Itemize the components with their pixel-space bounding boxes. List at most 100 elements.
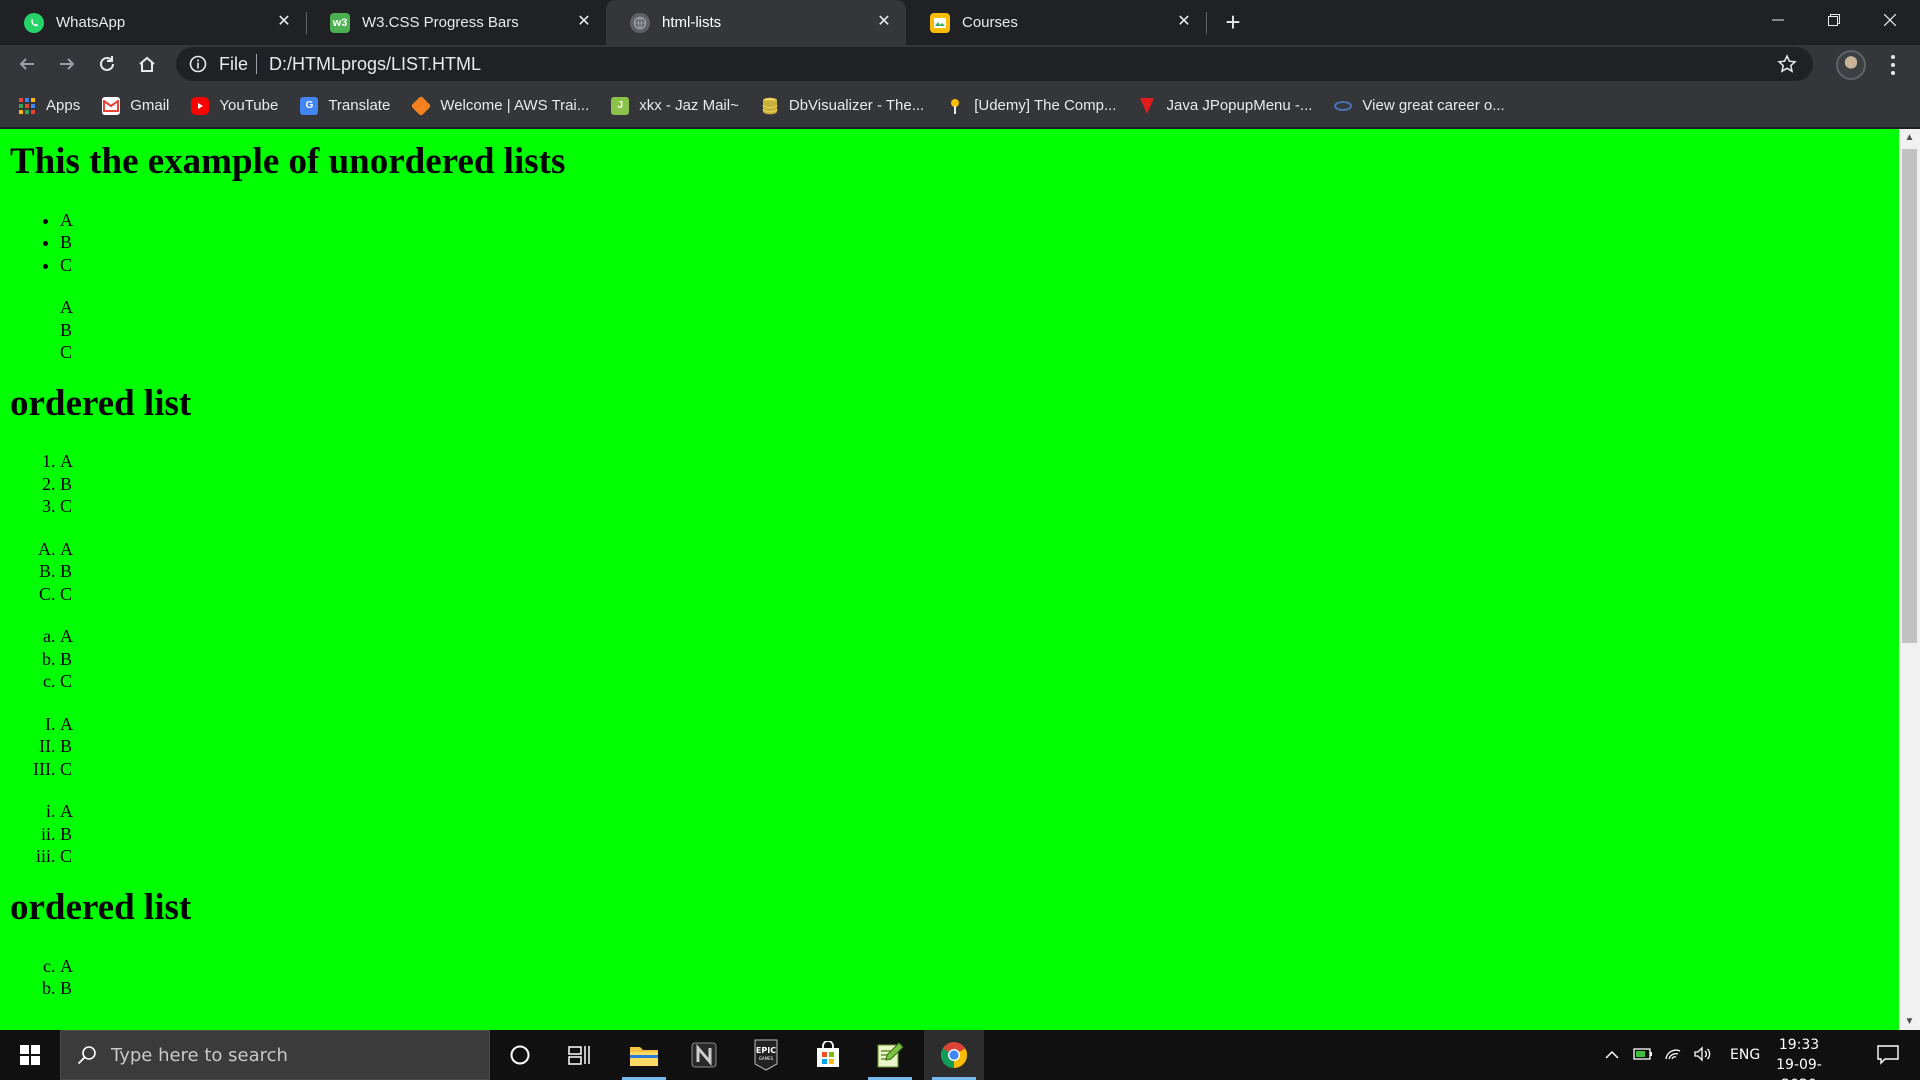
- whatsapp-icon: [24, 12, 44, 33]
- bookmark-label: View great career o...: [1362, 97, 1505, 114]
- list-item: A: [60, 713, 1899, 736]
- bookmark-apps[interactable]: Apps: [18, 97, 80, 115]
- wifi-icon[interactable]: [1658, 1047, 1688, 1064]
- bookmark-youtube[interactable]: YouTube: [191, 96, 278, 115]
- restore-button[interactable]: [1806, 0, 1862, 40]
- taskbar-clock[interactable]: 19:33 19-09-2020: [1764, 1035, 1834, 1080]
- volume-icon[interactable]: [1688, 1045, 1718, 1065]
- list-item: C: [60, 758, 1899, 781]
- start-button[interactable]: [0, 1030, 60, 1080]
- list-item: C: [60, 254, 1899, 277]
- tab-html-lists[interactable]: html-lists ✕: [606, 0, 906, 45]
- tab-label: Courses: [962, 14, 1018, 31]
- folder-icon: [630, 1047, 658, 1066]
- cortana-circle-icon: [510, 1045, 530, 1065]
- list-item: C: [60, 495, 1899, 518]
- system-tray: ENG: [1600, 1030, 1760, 1080]
- minimize-icon: [1772, 19, 1784, 21]
- scroll-up-arrow-icon[interactable]: ▲: [1899, 129, 1920, 146]
- close-window-button[interactable]: [1862, 0, 1918, 40]
- bookmark-career[interactable]: View great career o...: [1334, 97, 1505, 115]
- language-indicator[interactable]: ENG: [1730, 1047, 1760, 1063]
- bookmark-translate[interactable]: G Translate: [300, 96, 390, 115]
- list-item: A: [60, 800, 1899, 823]
- notepad-icon: [877, 1042, 904, 1068]
- apps-grid-icon: [18, 97, 36, 115]
- windows-taskbar: Type here to search EPIC GAMES ENG 19:33…: [0, 1030, 1920, 1080]
- bookmark-aws[interactable]: Welcome | AWS Trai...: [411, 95, 589, 116]
- reload-button[interactable]: [90, 47, 124, 81]
- bookmark-javatpoint[interactable]: Java JPopupMenu -...: [1138, 97, 1312, 115]
- bookmark-star-icon[interactable]: [1777, 54, 1797, 74]
- w3schools-icon: w3: [330, 12, 350, 33]
- upper-roman-list: A B C: [10, 713, 1899, 781]
- info-icon[interactable]: [189, 55, 207, 73]
- browser-toolbar: File D:/HTMLprogs/LIST.HTML: [0, 45, 1920, 84]
- search-icon: [77, 1046, 96, 1065]
- profile-avatar[interactable]: [1836, 50, 1866, 80]
- close-icon[interactable]: ✕: [274, 12, 294, 32]
- udemy-icon: [946, 97, 964, 115]
- battery-icon[interactable]: [1628, 1047, 1658, 1064]
- home-button[interactable]: [130, 47, 164, 81]
- new-tab-button[interactable]: +: [1218, 8, 1248, 38]
- bookmark-label: Apps: [46, 97, 81, 114]
- action-center-button[interactable]: [1864, 1030, 1912, 1080]
- task-view-button[interactable]: [550, 1030, 610, 1080]
- list-item: B: [60, 977, 1899, 1000]
- tab-whatsapp[interactable]: WhatsApp ✕: [0, 0, 306, 45]
- forward-button[interactable]: [50, 47, 84, 81]
- javatpoint-icon: [1138, 97, 1156, 115]
- taskbar-microsoft-store[interactable]: [798, 1030, 858, 1080]
- lower-alpha-list: A B C: [10, 625, 1899, 693]
- list-item: B: [60, 473, 1899, 496]
- chrome-menu-button[interactable]: [1884, 52, 1902, 78]
- bookmark-mail[interactable]: J xkx - Jaz Mail~: [611, 96, 739, 115]
- list-item: A: [60, 955, 1899, 978]
- bookmark-label: [Udemy] The Comp...: [974, 97, 1117, 114]
- minimize-button[interactable]: [1750, 0, 1806, 40]
- scrollbar-thumb[interactable]: [1902, 149, 1917, 643]
- taskbar-notion[interactable]: [674, 1030, 734, 1080]
- taskbar-chrome[interactable]: [924, 1030, 984, 1080]
- page-viewport: This the example of unordered lists A B …: [0, 129, 1899, 1030]
- taskbar-file-explorer[interactable]: [614, 1030, 674, 1080]
- lower-roman-list: A B C: [10, 800, 1899, 868]
- search-placeholder: Type here to search: [111, 1044, 288, 1066]
- tab-w3css[interactable]: w3 W3.CSS Progress Bars ✕: [306, 0, 606, 45]
- list-item: B: [60, 231, 1899, 254]
- bookmark-udemy[interactable]: [Udemy] The Comp...: [946, 97, 1116, 115]
- list-item: B: [60, 560, 1899, 583]
- list-item: A: [60, 625, 1899, 648]
- scroll-down-arrow-icon[interactable]: ▼: [1899, 1013, 1920, 1030]
- database-icon: [761, 97, 779, 115]
- aws-icon: [411, 95, 432, 116]
- cortana-button[interactable]: [490, 1030, 550, 1080]
- unmarked-list: A B C: [10, 296, 1899, 364]
- list-item: B: [60, 823, 1899, 846]
- taskbar-epic-games[interactable]: EPIC GAMES: [736, 1030, 796, 1080]
- tab-divider: [1206, 12, 1207, 34]
- taskbar-search-box[interactable]: Type here to search: [60, 1030, 490, 1080]
- close-icon[interactable]: ✕: [1174, 12, 1194, 32]
- bookmark-dbvisualizer[interactable]: DbVisualizer - The...: [761, 97, 924, 115]
- clock-date: 19-09-2020: [1776, 1057, 1822, 1080]
- list-item: A: [60, 209, 1899, 232]
- back-button[interactable]: [10, 47, 44, 81]
- list-item: C: [60, 342, 73, 363]
- task-view-icon: [568, 1046, 590, 1065]
- tab-strip: WhatsApp ✕ w3 W3.CSS Progress Bars ✕ htm…: [0, 0, 1920, 45]
- list-item: B: [60, 319, 73, 340]
- url-text[interactable]: D:/HTMLprogs/LIST.HTML: [269, 54, 481, 75]
- close-icon[interactable]: ✕: [874, 12, 894, 32]
- tab-courses[interactable]: Courses ✕: [906, 0, 1206, 45]
- close-icon[interactable]: ✕: [574, 12, 594, 32]
- address-bar[interactable]: File D:/HTMLprogs/LIST.HTML: [176, 47, 1813, 81]
- bookmark-gmail[interactable]: Gmail: [102, 96, 169, 115]
- home-icon: [139, 56, 155, 72]
- scheme-label: File: [219, 53, 249, 74]
- bookmark-label: Java JPopupMenu -...: [1166, 97, 1313, 114]
- vertical-scrollbar[interactable]: ▲ ▼: [1899, 129, 1920, 1030]
- taskbar-notepad-plus[interactable]: [860, 1030, 920, 1080]
- chevron-up-icon[interactable]: [1600, 1047, 1624, 1063]
